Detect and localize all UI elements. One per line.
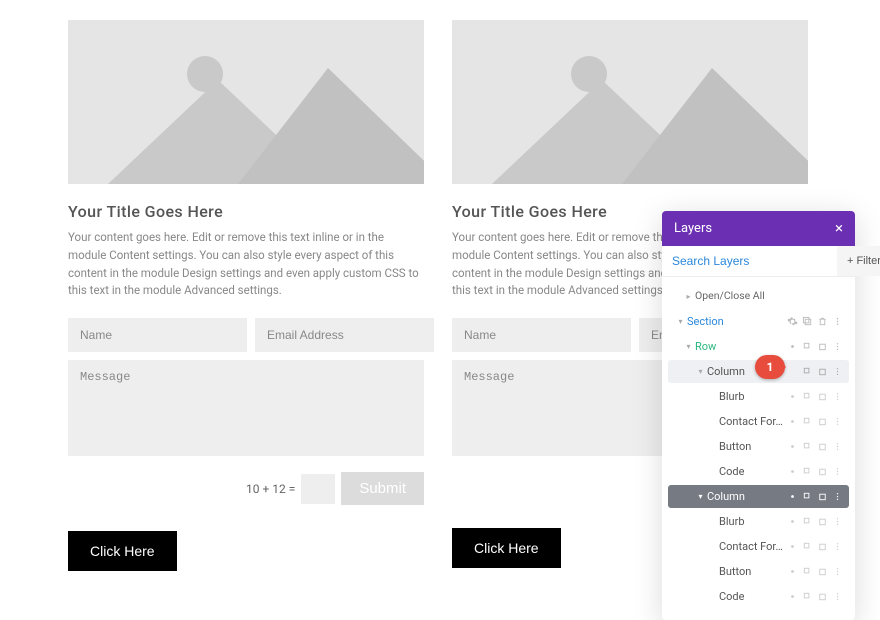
trash-icon[interactable] [817,316,828,327]
image-placeholder [68,20,424,184]
layer-section[interactable]: Section [668,310,849,333]
dots-icon[interactable] [832,516,843,527]
dots-icon[interactable] [832,566,843,577]
filter-button[interactable]: +Filter [837,246,880,276]
layers-header[interactable]: Layers × [662,211,855,246]
open-close-all[interactable]: Open/Close All [662,283,855,310]
trash-icon[interactable] [817,441,828,452]
dots-icon[interactable] [832,366,843,377]
duplicate-icon[interactable] [802,316,813,327]
submit-button[interactable]: Submit [341,472,424,505]
dots-icon[interactable] [832,416,843,427]
callout-1: 1 [755,355,785,379]
dots-icon[interactable] [832,391,843,402]
duplicate-icon[interactable] [802,516,813,527]
dots-icon[interactable] [832,541,843,552]
trash-icon[interactable] [817,516,828,527]
chevron-down-icon[interactable] [696,492,705,501]
layer-contact-form[interactable]: Contact For… [668,535,849,558]
layers-title: Layers [674,221,712,236]
module-body: Your content goes here. Edit or remove t… [68,229,424,300]
plus-icon: + [847,255,853,267]
gear-icon[interactable] [787,391,798,402]
gear-icon[interactable] [787,566,798,577]
captcha-question: 10 + 12 = [246,482,295,496]
duplicate-icon[interactable] [802,391,813,402]
email-input[interactable] [255,318,434,352]
captcha-row: 10 + 12 = Submit [68,472,424,505]
chevron-down-icon[interactable] [696,367,705,376]
chevron-down-icon[interactable] [676,317,685,326]
dots-icon[interactable] [832,466,843,477]
gear-icon[interactable] [787,316,798,327]
duplicate-icon[interactable] [802,441,813,452]
duplicate-icon[interactable] [802,366,813,377]
chevron-down-icon[interactable] [684,342,693,351]
layer-code[interactable]: Code [668,585,849,608]
layer-actions [787,316,843,327]
image-placeholder [452,20,808,184]
duplicate-icon[interactable] [802,466,813,477]
layer-contact-form[interactable]: Contact For… [668,410,849,433]
layer-button[interactable]: Button [668,435,849,458]
module-column-1: Your Title Goes Here Your content goes h… [68,20,424,571]
layer-code[interactable]: Code [668,460,849,483]
layer-button[interactable]: Button [668,560,849,583]
dots-icon[interactable] [832,341,843,352]
name-input[interactable] [452,318,631,352]
dots-icon[interactable] [832,491,843,502]
dots-icon[interactable] [832,441,843,452]
dots-icon[interactable] [832,591,843,602]
chevron-right-icon [684,292,693,301]
trash-icon[interactable] [817,566,828,577]
name-input[interactable] [68,318,247,352]
gear-icon[interactable] [787,491,798,502]
duplicate-icon[interactable] [802,341,813,352]
trash-icon[interactable] [817,341,828,352]
dots-icon[interactable] [832,316,843,327]
search-input[interactable] [662,246,837,276]
gear-icon[interactable] [787,416,798,427]
trash-icon[interactable] [817,391,828,402]
trash-icon[interactable] [817,491,828,502]
gear-icon[interactable] [787,441,798,452]
trash-icon[interactable] [817,366,828,377]
message-input[interactable] [68,360,424,456]
duplicate-icon[interactable] [802,416,813,427]
gear-icon[interactable] [787,541,798,552]
duplicate-icon[interactable] [802,491,813,502]
trash-icon[interactable] [817,541,828,552]
form-row [68,318,424,352]
trash-icon[interactable] [817,416,828,427]
duplicate-icon[interactable] [802,591,813,602]
cta-button[interactable]: Click Here [68,531,177,571]
duplicate-icon[interactable] [802,566,813,577]
layer-blurb[interactable]: Blurb [668,385,849,408]
gear-icon[interactable] [787,516,798,527]
gear-icon[interactable] [787,341,798,352]
layers-toolbar: +Filter [662,246,855,277]
module-title: Your Title Goes Here [68,202,424,221]
layer-row[interactable]: Row [668,335,849,358]
layers-panel: Layers × +Filter Open/Close All Section … [662,211,855,620]
close-icon[interactable]: × [835,221,843,236]
layers-tree: Open/Close All Section Row Column Blurb … [662,277,855,620]
duplicate-icon[interactable] [802,541,813,552]
gear-icon[interactable] [787,591,798,602]
layer-blurb[interactable]: Blurb [668,510,849,533]
layer-column-2[interactable]: Column [668,485,849,508]
trash-icon[interactable] [817,591,828,602]
gear-icon[interactable] [787,466,798,477]
cta-button[interactable]: Click Here [452,528,561,568]
captcha-input[interactable] [301,474,335,504]
trash-icon[interactable] [817,466,828,477]
